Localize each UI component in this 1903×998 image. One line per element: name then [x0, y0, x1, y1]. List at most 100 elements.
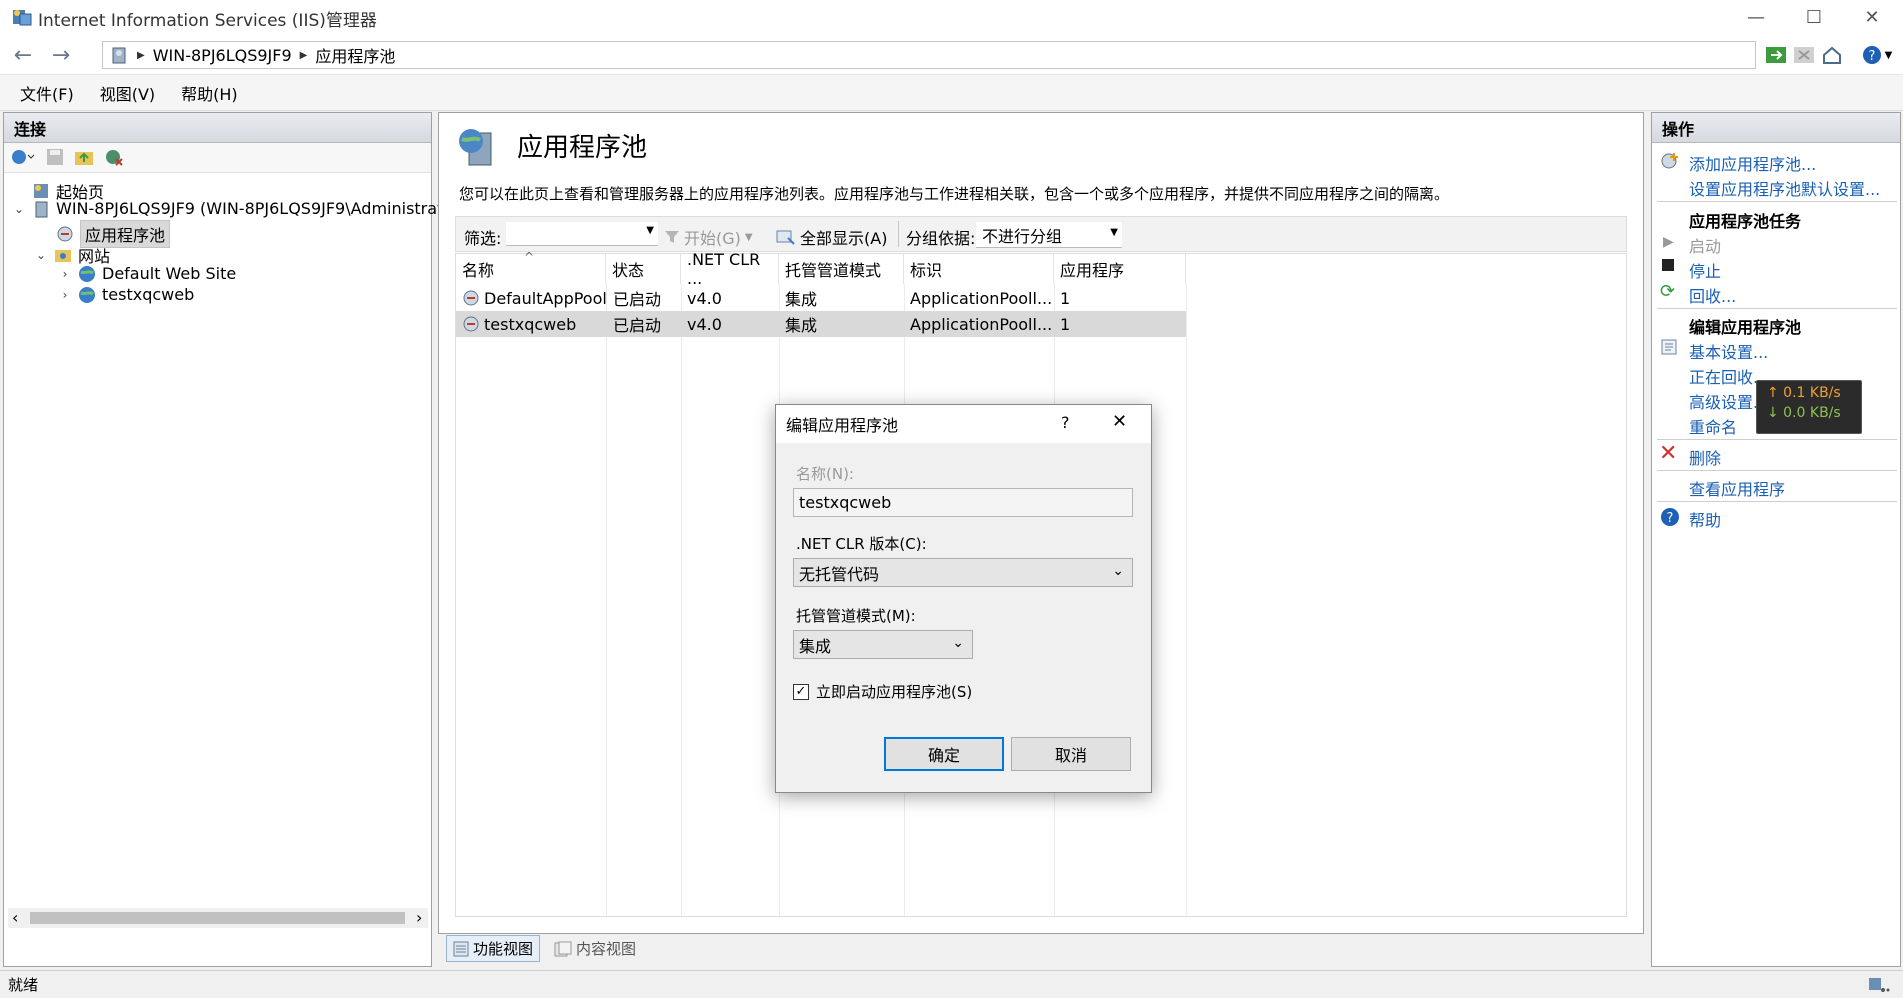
dropdown-arrow-icon[interactable]: ▼ [646, 225, 654, 236]
action-rename[interactable]: 重命名 [1689, 414, 1737, 438]
start-icon: ▶ [1663, 234, 1674, 250]
action-stop[interactable]: 停止 [1689, 258, 1721, 282]
tree-item-default-web-site[interactable]: › Default Web Site [58, 264, 237, 283]
globe-icon [79, 265, 95, 282]
action-help[interactable]: 帮助 [1689, 507, 1721, 531]
help-menu-button[interactable]: ? ▼ [1857, 42, 1897, 68]
app-pool-tasks-title: 应用程序池任务 [1689, 212, 1802, 231]
tree-item-testxqcweb[interactable]: › testxqcweb [58, 285, 195, 304]
app-pool-icon [463, 290, 479, 306]
action-delete[interactable]: 删除 [1689, 445, 1721, 469]
filter-input[interactable]: ▼ [506, 222, 658, 246]
column-header-status[interactable]: 状态 [606, 254, 681, 284]
forward-arrow-icon: → [51, 42, 71, 68]
forward-button[interactable]: → [44, 41, 78, 69]
save-button[interactable] [46, 148, 64, 170]
toolbar-divider [898, 221, 899, 247]
tab-content-view[interactable]: 内容视图 [548, 935, 642, 962]
checkbox-checked-icon[interactable]: ✓ [793, 683, 809, 700]
group-by-select[interactable]: 不进行分组 ▼ [976, 222, 1122, 248]
breadcrumb-app-pools[interactable]: 应用程序池 [315, 43, 395, 67]
window-title: Internet Information Services (IIS)管理器 [38, 11, 377, 31]
dropdown-arrow-icon: ▼ [744, 231, 753, 243]
column-header-identity[interactable]: 标识 [904, 254, 1054, 284]
actions-divider [1657, 201, 1897, 202]
action-view-applications[interactable]: 查看应用程序 [1689, 476, 1785, 500]
column-header-clr[interactable]: .NET CLR ... [681, 250, 779, 288]
tab-features-view[interactable]: 功能视图 [446, 935, 541, 962]
menu-view[interactable]: 视图(V) [100, 81, 155, 105]
basic-settings-icon [1661, 339, 1677, 355]
column-header-pipeline[interactable]: 托管管道模式 [779, 254, 904, 284]
status-bar: 就绪 [0, 970, 1903, 998]
stop-square-icon [1662, 259, 1674, 271]
dialog-title: 编辑应用程序池 [786, 416, 899, 435]
list-header: 名称 ^ 状态 .NET CLR ... 托管管道模式 标识 应用程序 [456, 250, 1186, 288]
action-basic-settings[interactable]: 基本设置... [1689, 339, 1768, 363]
title-bar: Internet Information Services (IIS)管理器 —… [0, 0, 1903, 35]
network-tray-icon [1869, 978, 1890, 992]
dialog-close-icon[interactable]: ✕ [1112, 411, 1127, 432]
maximize-button[interactable]: ☐ [1785, 0, 1843, 35]
start-page-icon [34, 184, 48, 198]
menu-help[interactable]: 帮助(H) [181, 81, 238, 105]
collapse-arrow-icon[interactable]: ⌄ [34, 248, 48, 262]
ok-button[interactable]: 确定 [884, 737, 1004, 771]
refresh-button[interactable] [1763, 42, 1789, 68]
collapse-arrow-icon[interactable]: ⌄ [12, 202, 26, 216]
disconnect-button[interactable] [104, 148, 124, 170]
start-filter-button[interactable]: 开始(G) ▼ [664, 225, 753, 249]
scrollbar-thumb[interactable] [30, 912, 405, 924]
column-divider [606, 284, 607, 916]
row-status-cell: 已启动 [613, 290, 662, 309]
horizontal-scrollbar[interactable]: ‹ › [8, 908, 428, 928]
scroll-left-icon[interactable]: ‹ [12, 908, 18, 927]
table-row[interactable]: DefaultAppPool 已启动 v4.0 集成 ApplicationPo… [456, 285, 1186, 311]
scroll-right-icon[interactable]: › [416, 908, 422, 927]
home-button[interactable] [1819, 42, 1845, 68]
breadcrumb-server[interactable]: WIN-8PJ6LQS9JF9 [153, 46, 292, 65]
stop-icon [1794, 47, 1814, 63]
action-set-defaults[interactable]: 设置应用程序池默认设置... [1689, 176, 1880, 200]
menu-file[interactable]: 文件(F) [20, 81, 74, 105]
action-add-app-pool[interactable]: 添加应用程序池... [1689, 151, 1816, 175]
disconnect-icon [106, 150, 123, 166]
action-recycle[interactable]: 回收... [1689, 283, 1736, 307]
column-header-applications[interactable]: 应用程序 [1054, 254, 1186, 284]
up-level-button[interactable] [74, 148, 94, 170]
connect-button[interactable] [10, 147, 36, 171]
row-applications-cell: 1 [1060, 314, 1071, 334]
connections-toolbar [4, 143, 431, 173]
clr-version-select[interactable]: 无托管代码 ⌄ [793, 558, 1133, 587]
address-box[interactable]: ▶ WIN-8PJ6LQS9JF9 ▶ 应用程序池 [102, 41, 1756, 69]
globe-connect-icon [12, 150, 35, 164]
dialog-title-bar: 编辑应用程序池 ? ✕ [776, 405, 1151, 443]
pipeline-mode-select[interactable]: 集成 ⌄ [793, 630, 973, 659]
svg-text:?: ? [1667, 511, 1674, 526]
server-icon [112, 47, 126, 64]
refresh-icon [1766, 47, 1786, 63]
autostart-checkbox[interactable]: ✓ 立即启动应用程序池(S) [793, 681, 972, 702]
expand-arrow-icon[interactable]: › [58, 288, 72, 302]
expand-arrow-icon[interactable]: › [58, 267, 72, 281]
row-applications-cell: 1 [1060, 288, 1071, 308]
breadcrumb-separator-icon: ▶ [299, 49, 308, 61]
minimize-button[interactable]: — [1727, 0, 1785, 35]
edit-app-pool-dialog: 编辑应用程序池 ? ✕ 名称(N): testxqcweb .NET CLR 版… [775, 404, 1152, 793]
page-title: 应用程序池 [517, 133, 648, 163]
back-button[interactable]: ← [6, 41, 40, 69]
dialog-help-button[interactable]: ? [1061, 413, 1070, 432]
funnel-icon [665, 231, 679, 243]
close-button[interactable]: ✕ [1843, 0, 1901, 35]
name-field[interactable]: testxqcweb [793, 488, 1133, 517]
tree-item-server[interactable]: ⌄ WIN-8PJ6LQS9JF9 (WIN-8PJ6LQS9JF9\Admin… [12, 199, 453, 218]
show-all-button[interactable]: 全部显示(A) [776, 225, 887, 249]
iis-app-icon [13, 10, 32, 26]
save-icon [47, 149, 63, 165]
name-label: 名称(N): [796, 465, 854, 483]
table-row-selected[interactable]: testxqcweb 已启动 v4.0 集成 ApplicationPooll.… [456, 311, 1186, 337]
action-start[interactable]: 启动 [1689, 233, 1721, 257]
stop-nav-button[interactable] [1791, 42, 1817, 68]
pipeline-mode-label: 托管管道模式(M): [796, 607, 916, 625]
cancel-button[interactable]: 取消 [1011, 737, 1131, 771]
